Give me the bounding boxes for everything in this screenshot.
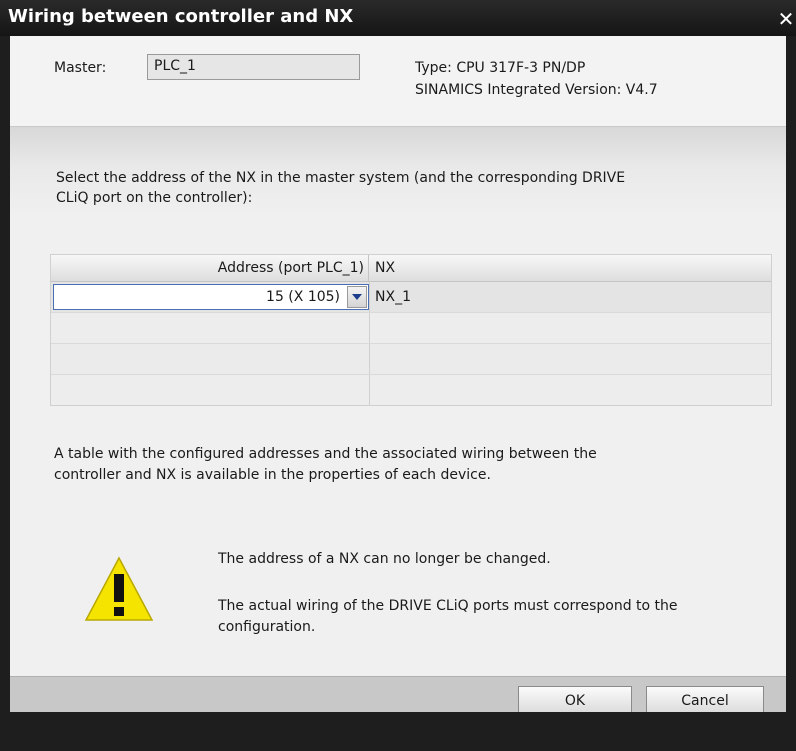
bottom-frame: [0, 712, 796, 751]
device-version: SINAMICS Integrated Version: V4.7: [415, 82, 658, 98]
column-divider: [369, 313, 370, 343]
table-row[interactable]: [51, 313, 771, 344]
address-select[interactable]: 15 (X 105): [53, 284, 369, 310]
table-row[interactable]: [51, 344, 771, 375]
button-bar: OK Cancel: [10, 676, 786, 716]
dropdown-arrow-button[interactable]: [347, 286, 367, 308]
master-field: PLC_1: [147, 54, 360, 80]
title-bar: Wiring between controller and NX ✕: [0, 0, 796, 36]
column-divider: [369, 375, 370, 405]
chevron-down-icon: [352, 294, 362, 300]
address-value: 15 (X 105): [266, 289, 340, 305]
table-row[interactable]: 15 (X 105) NX_1: [51, 282, 771, 313]
master-info-panel: Master: PLC_1 Type: CPU 317F-3 PN/DP SIN…: [10, 36, 786, 127]
close-button[interactable]: ✕: [776, 6, 796, 32]
window-title: Wiring between controller and NX: [8, 6, 354, 27]
column-divider: [369, 282, 370, 312]
info-text: A table with the configured addresses an…: [54, 446, 597, 483]
nx-cell: NX_1: [375, 289, 411, 305]
table-row[interactable]: [51, 375, 771, 405]
warning-triangle-icon: [84, 556, 154, 621]
instruction-text: Select the address of the NX in the mast…: [56, 170, 626, 206]
dialog-body: Master: PLC_1 Type: CPU 317F-3 PN/DP SIN…: [10, 36, 786, 716]
address-table: Address (port PLC_1) NX 15 (X 105) NX_1: [50, 254, 772, 406]
device-type: Type: CPU 317F-3 PN/DP: [415, 60, 586, 76]
master-label: Master:: [54, 60, 107, 76]
column-divider: [369, 344, 370, 374]
warning-message-1: The address of a NX can no longer be cha…: [218, 551, 551, 567]
column-header-address[interactable]: Address (port PLC_1): [51, 255, 369, 281]
table-header: Address (port PLC_1) NX: [51, 255, 771, 282]
column-header-nx[interactable]: NX: [375, 255, 395, 281]
warning-message-2: The actual wiring of the DRIVE CLiQ port…: [218, 598, 678, 635]
